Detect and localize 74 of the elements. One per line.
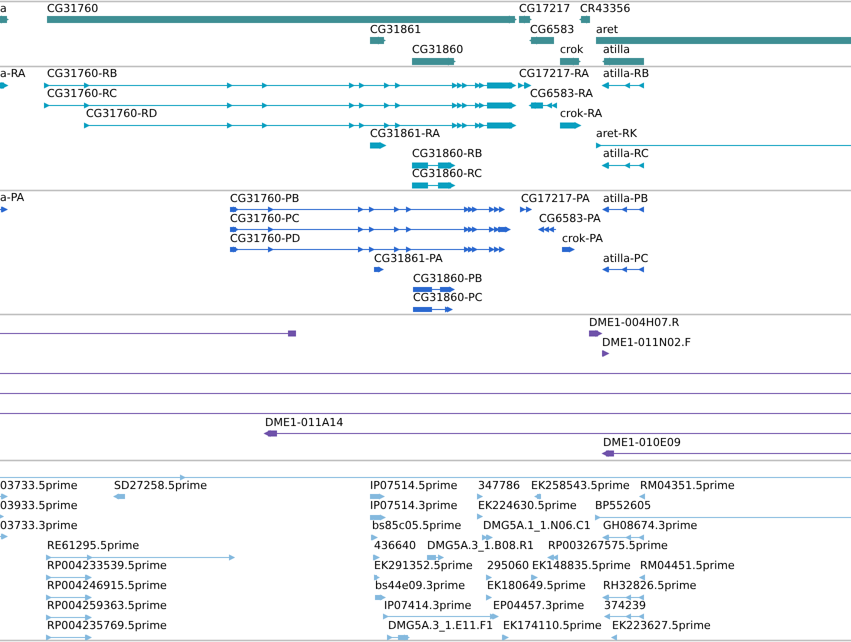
feature-label: DME1-004H07.R — [589, 317, 680, 328]
feature-label: RE61295.5prime — [47, 540, 140, 551]
feature-label: CG31861-PA — [374, 253, 443, 264]
feature-label: EK174110.5prime — [503, 620, 602, 631]
feature-label: CG17217-RA — [519, 68, 589, 79]
feature-label: 03933.5prime — [0, 500, 78, 511]
feature-label: IP07514.3prime — [370, 500, 458, 511]
feature-label: CG31760 — [47, 3, 98, 14]
feature-label: CG31760-PB — [230, 193, 300, 204]
feature-label: RP004259363.5prime — [47, 600, 167, 611]
feature-label: 295060 — [487, 560, 529, 571]
feature-label: bs44e09.3prime — [375, 580, 466, 591]
feature-label: RP004233539.5prime — [47, 560, 167, 571]
feature-label: bs85c05.5prime — [372, 520, 462, 531]
feature-label: DMG5A.1_1.N06.C1 — [483, 520, 591, 531]
feature-label: 03733.5prime — [0, 480, 78, 491]
feature-label: atilla — [603, 44, 630, 55]
feature-label: RP003267575.5prime — [548, 540, 668, 551]
feature-label: 374239 — [604, 600, 646, 611]
feature-label: DME1-011A14 — [265, 417, 344, 428]
feature-label: aret — [596, 24, 618, 35]
feature-label: IP07514.5prime — [370, 480, 458, 491]
feature-label: RP004235769.5prime — [47, 620, 167, 631]
feature-label: CG31760-PD — [230, 233, 300, 244]
feature-label: 03733.3prime — [0, 520, 78, 531]
feature-label: EP04457.3prime — [493, 600, 584, 611]
feature-label: CR43356 — [580, 3, 630, 14]
feature-label: atilla-RB — [603, 68, 650, 79]
feature-label: CG31860-PC — [413, 292, 482, 303]
feature-label: EK148835.5prime — [532, 560, 631, 571]
feature-label: CG31860 — [412, 44, 464, 55]
feature-label: crok-RA — [560, 108, 602, 119]
feature-label: RP004246915.5prime — [47, 580, 167, 591]
feature-label: DME1-010E09 — [603, 437, 681, 448]
feature-label: RM04451.5prime — [640, 560, 735, 571]
feature-label: a-PA — [0, 192, 24, 203]
feature-label: CG31861-RA — [370, 128, 440, 139]
feature-label: EK180649.5prime — [487, 580, 586, 591]
feature-label: aret-RK — [596, 128, 637, 139]
feature-label: CG17217 — [519, 3, 570, 14]
feature-label: a — [0, 3, 7, 14]
feature-label: RH32826.5prime — [603, 580, 696, 591]
feature-label: GH08674.3prime — [603, 520, 698, 531]
feature-label: BP552605 — [595, 500, 652, 511]
feature-label: SD27258.5prime — [114, 480, 207, 491]
feature-label: crok-PA — [562, 233, 603, 244]
feature-label: CG6583-RA — [530, 88, 593, 99]
feature-label: EK224630.5prime — [478, 500, 577, 511]
feature-label: CG6583-PA — [539, 213, 601, 224]
feature-label: CG31861 — [370, 24, 422, 35]
feature-label: IP07414.3prime — [384, 600, 472, 611]
feature-label: DMG5A.3_1.B08.R1 — [427, 540, 534, 551]
feature-label: CG6583 — [530, 24, 574, 35]
feature-label: DME1-011N02.F — [602, 337, 691, 348]
feature-label: EK223627.5prime — [612, 620, 711, 631]
feature-label: atilla-PB — [603, 193, 648, 204]
feature-label: CG31760-RD — [86, 108, 158, 119]
feature-label: a-RA — [0, 68, 26, 79]
feature-label: CG31860-PB — [413, 273, 482, 284]
feature-label: 347786 — [478, 480, 520, 491]
feature-label: 436640 — [374, 540, 416, 551]
feature-label: EK258543.5prime — [531, 480, 630, 491]
feature-label: CG17217-PA — [521, 193, 590, 204]
feature-label: crok — [560, 44, 584, 55]
feature-label: CG31760-RB — [47, 68, 118, 79]
feature-label: atilla-RC — [603, 148, 649, 159]
feature-label: CG31760-PC — [230, 213, 300, 224]
feature-label: RM04351.5prime — [640, 480, 735, 491]
feature-label: CG31860-RC — [412, 168, 482, 179]
feature-label: EK291352.5prime — [374, 560, 473, 571]
feature-label: atilla-PC — [603, 253, 648, 264]
feature-label: CG31860-RB — [412, 148, 482, 159]
feature-label: DMG5A.3_1.E11.F1 — [388, 620, 494, 631]
feature-label: CG31760-RC — [47, 88, 117, 99]
